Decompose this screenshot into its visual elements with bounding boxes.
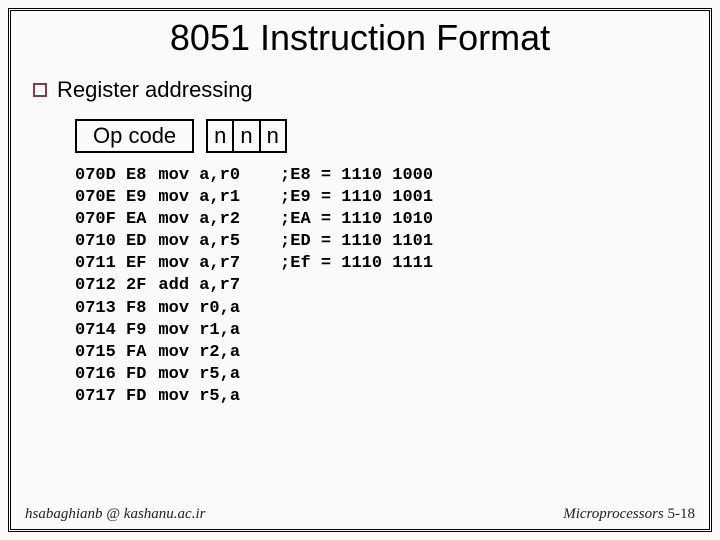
- bullet-square-icon: [33, 83, 47, 97]
- format-boxes: Op code n n n: [75, 119, 709, 153]
- slide-frame: 8051 Instruction Format Register address…: [8, 8, 712, 532]
- register-bits-box: n n n: [206, 119, 287, 153]
- code-listing: 070D E8 070E E9 070F EA 0710 ED 0711 EF …: [75, 165, 709, 408]
- footer-page-number: 5-18: [668, 506, 696, 522]
- footer-course: Microprocessors: [563, 506, 667, 522]
- footer-author: hsabaghianb @ kashanu.ac.ir: [25, 506, 205, 523]
- n-bit-cell: n: [261, 119, 287, 153]
- footer-right: Microprocessors 5-18: [563, 506, 695, 523]
- slide-footer: hsabaghianb @ kashanu.ac.ir Microprocess…: [25, 506, 695, 523]
- n-bit-cell: n: [234, 119, 260, 153]
- n-bit-cell: n: [206, 119, 234, 153]
- bullet-row: Register addressing: [33, 77, 709, 103]
- listing-address-column: 070D E8 070E E9 070F EA 0710 ED 0711 EF …: [75, 165, 146, 408]
- opcode-field-box: Op code: [75, 119, 194, 153]
- slide-title: 8051 Instruction Format: [11, 17, 709, 59]
- bullet-text: Register addressing: [57, 77, 253, 103]
- listing-mnemonic-column: mov a,r0 mov a,r1 mov a,r2 mov a,r5 mov …: [158, 165, 240, 408]
- listing-decode-column: ;E8 = 1110 1000 ;E9 = 1110 1001 ;EA = 11…: [280, 165, 433, 408]
